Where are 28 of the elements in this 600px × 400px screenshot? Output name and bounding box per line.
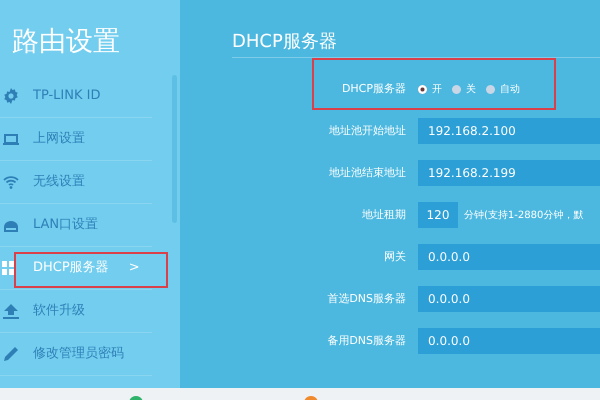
sidebar-title: 路由设置 (11, 25, 121, 59)
input-field[interactable]: 0.0.0.0 (418, 328, 600, 354)
sidebar-item[interactable]: LAN口设置 (0, 204, 152, 247)
sidebar-item[interactable]: 上网设置 (0, 118, 152, 161)
radio-option[interactable]: 开 (418, 82, 442, 96)
input-field[interactable]: 192.168.2.199 (418, 160, 600, 186)
field-label: 地址租期 (361, 206, 407, 223)
radio-option[interactable]: 关 (452, 82, 476, 96)
sidebar-item[interactable]: 无线设置 (0, 161, 152, 204)
field-label: 网关 (383, 248, 407, 265)
field-label: 首选DNS服务器 (326, 290, 407, 307)
field-label: 地址池开始地址 (328, 122, 407, 139)
input-field[interactable]: 120 (418, 202, 458, 228)
pencil-icon (2, 345, 20, 363)
field-label: 备用DNS服务器 (326, 332, 407, 349)
upload-icon (2, 302, 20, 320)
sidebar-item[interactable]: 软件升级 (0, 290, 152, 333)
field-hint: 分钟(支持1-2880分钟，默 (464, 208, 584, 222)
sidebar-item[interactable]: 修改管理员密码 (0, 333, 152, 376)
radio-option[interactable]: 自动 (486, 82, 520, 96)
sidebar-item[interactable]: DHCP服务器 > (0, 247, 152, 290)
input-field[interactable]: 0.0.0.0 (418, 244, 600, 270)
sidebar-item[interactable]: TP-LINK ID (0, 75, 152, 118)
input-field[interactable]: 192.168.2.100 (418, 118, 600, 144)
field-label: 地址池结束地址 (328, 164, 407, 181)
page-title: DHCP服务器 (232, 0, 600, 58)
field-label: DHCP服务器 (340, 80, 407, 97)
input-field[interactable]: 0.0.0.0 (418, 286, 600, 312)
